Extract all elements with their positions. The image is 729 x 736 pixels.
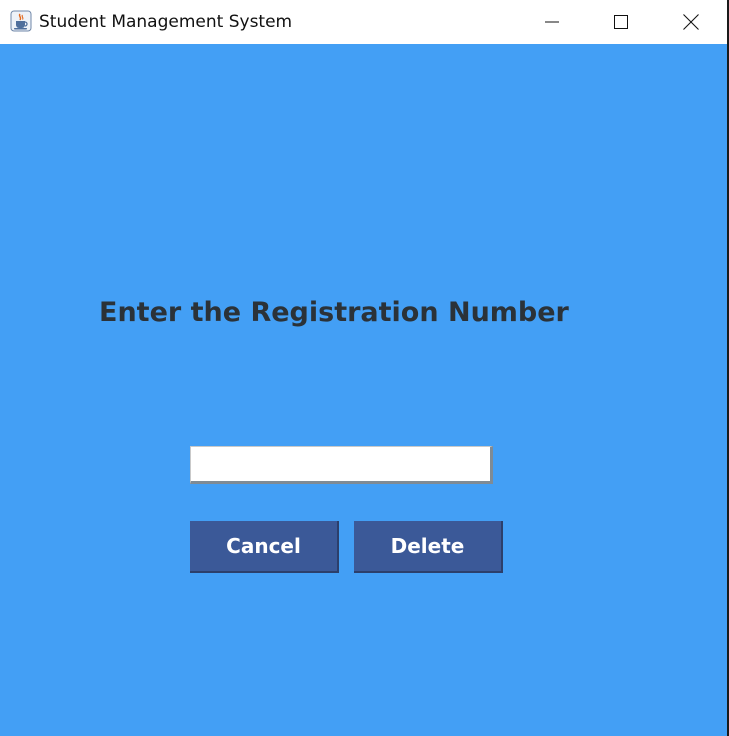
minimize-button[interactable] [517,0,587,44]
cancel-button[interactable]: Cancel [190,521,339,573]
app-window: Student Management System Enter the Regi… [0,0,729,736]
maximize-icon [614,15,628,29]
minimize-icon [545,21,559,23]
registration-heading: Enter the Registration Number [99,297,569,328]
title-bar[interactable]: Student Management System [0,0,727,44]
close-button[interactable] [656,0,726,44]
registration-number-input[interactable] [190,446,493,484]
java-coffee-cup-icon [10,10,32,32]
delete-button[interactable]: Delete [354,521,503,573]
window-title: Student Management System [39,12,293,32]
form-panel: Enter the Registration Number Cancel Del… [0,44,727,736]
maximize-button[interactable] [586,0,656,44]
close-icon [683,14,699,30]
